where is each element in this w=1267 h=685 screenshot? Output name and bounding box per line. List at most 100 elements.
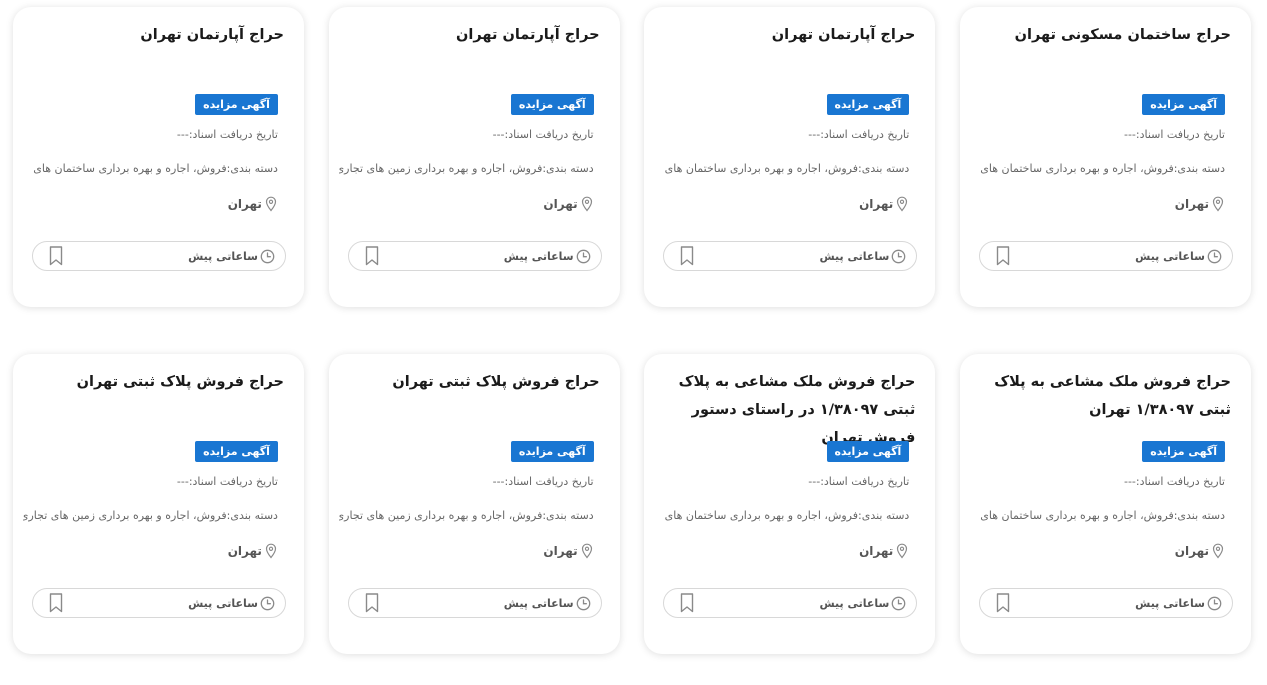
auction-card[interactable]: حراج فروش پلاک ثبتی تهران آگهی مزایده تا… (12, 354, 304, 654)
bookmark-icon[interactable] (680, 593, 694, 613)
auction-badge: آگهی مزایده (1142, 94, 1225, 115)
document-date: تاریخ دریافت اسناد:--- (492, 128, 594, 141)
post-time: ساعاتی پیش (504, 589, 591, 617)
auction-badge: آگهی مزایده (195, 441, 278, 462)
location-text: تهران (227, 544, 262, 558)
auction-card[interactable]: حراج آپارتمان تهران آگهی مزایده تاریخ در… (644, 7, 936, 307)
location-text: تهران (859, 197, 894, 211)
location: تهران (228, 543, 278, 559)
clock-icon (576, 596, 591, 611)
location-pin-icon (580, 543, 594, 559)
post-time-text: ساعاتی پیش (819, 249, 890, 263)
card-footer: ساعاتی پیش (663, 588, 918, 618)
location-text: تهران (543, 197, 578, 211)
category-text: دسته بندی:فروش، اجاره و بهره برداری ساخت… (33, 162, 278, 175)
bookmark-icon[interactable] (680, 246, 694, 266)
bookmark-icon[interactable] (365, 246, 379, 266)
card-footer: ساعاتی پیش (31, 241, 286, 271)
post-time-text: ساعاتی پیش (503, 596, 574, 610)
location-pin-icon (580, 196, 594, 212)
post-time: ساعاتی پیش (188, 242, 275, 270)
clock-icon (576, 249, 591, 264)
post-time-text: ساعاتی پیش (1135, 249, 1205, 263)
card-title[interactable]: حراج آپارتمان تهران (27, 21, 284, 49)
auction-card-grid: حراج ساختمان مسکونی تهران آگهی مزایده تا… (12, 7, 1251, 654)
auction-badge: آگهی مزایده (1142, 441, 1225, 462)
card-footer: ساعاتی پیش (979, 588, 1233, 618)
location: تهران (1175, 543, 1225, 559)
card-title[interactable]: حراج آپارتمان تهران (343, 21, 600, 49)
category-text: دسته بندی:فروش، اجاره و بهره برداری ساخت… (980, 162, 1225, 175)
category-text: دسته بندی:فروش، اجاره و بهره برداری ساخت… (980, 509, 1225, 522)
category-text: دسته بندی:فروش، اجاره و بهره برداری زمین… (22, 509, 278, 522)
location-pin-icon (895, 543, 909, 559)
location-text: تهران (1174, 544, 1209, 558)
location-text: تهران (859, 544, 894, 558)
auction-card[interactable]: حراج آپارتمان تهران آگهی مزایده تاریخ در… (12, 7, 304, 307)
post-time: ساعاتی پیش (188, 589, 275, 617)
post-time: ساعاتی پیش (504, 242, 591, 270)
document-date: تاریخ دریافت اسناد:--- (808, 475, 910, 488)
category-text: دسته بندی:فروش، اجاره و بهره برداری زمین… (338, 509, 594, 522)
clock-icon (1207, 249, 1222, 264)
category-text: دسته بندی:فروش، اجاره و بهره برداری ساخت… (664, 162, 910, 175)
document-date: تاریخ دریافت اسناد:--- (176, 475, 278, 488)
location: تهران (543, 543, 593, 559)
post-time-text: ساعاتی پیش (503, 249, 574, 263)
location-text: تهران (1174, 197, 1209, 211)
card-footer: ساعاتی پیش (31, 588, 286, 618)
clock-icon (260, 249, 275, 264)
card-footer: ساعاتی پیش (347, 241, 602, 271)
category-text: دسته بندی:فروش، اجاره و بهره برداری زمین… (338, 162, 594, 175)
post-time: ساعاتی پیش (1135, 589, 1222, 617)
location: تهران (859, 543, 909, 559)
document-date: تاریخ دریافت اسناد:--- (176, 128, 278, 141)
card-title[interactable]: حراج فروش ملک مشاعی به پلاک ثبتی ۱/۳۸۰۹۷… (974, 368, 1231, 424)
auction-badge: آگهی مزایده (510, 94, 594, 115)
card-title[interactable]: حراج فروش ملک مشاعی به پلاک ثبتی ۱/۳۸۰۹۷… (658, 368, 916, 452)
card-footer: ساعاتی پیش (979, 241, 1233, 271)
location: تهران (228, 196, 278, 212)
auction-card[interactable]: حراج فروش ملک مشاعی به پلاک ثبتی ۱/۳۸۰۹۷… (960, 354, 1251, 654)
auction-card[interactable]: حراج فروش پلاک ثبتی تهران آگهی مزایده تا… (328, 354, 620, 654)
post-time: ساعاتی پیش (1135, 242, 1222, 270)
location-pin-icon (1211, 543, 1225, 559)
post-time-text: ساعاتی پیش (1135, 596, 1205, 610)
auction-card[interactable]: حراج فروش ملک مشاعی به پلاک ثبتی ۱/۳۸۰۹۷… (644, 354, 936, 654)
bookmark-icon[interactable] (365, 593, 379, 613)
clock-icon (1207, 596, 1222, 611)
location-pin-icon (895, 196, 909, 212)
bookmark-icon[interactable] (49, 246, 63, 266)
bookmark-icon[interactable] (996, 246, 1010, 266)
auction-badge: آگهی مزایده (195, 94, 278, 115)
bookmark-icon[interactable] (996, 593, 1010, 613)
bookmark-icon[interactable] (49, 593, 63, 613)
post-time: ساعاتی پیش (819, 242, 906, 270)
document-date: تاریخ دریافت اسناد:--- (808, 128, 910, 141)
document-date: تاریخ دریافت اسناد:--- (492, 475, 594, 488)
document-date: تاریخ دریافت اسناد:--- (1123, 128, 1225, 141)
auction-card[interactable]: حراج آپارتمان تهران آگهی مزایده تاریخ در… (328, 7, 620, 307)
card-footer: ساعاتی پیش (663, 241, 918, 271)
location-pin-icon (264, 543, 278, 559)
post-time: ساعاتی پیش (819, 589, 906, 617)
post-time-text: ساعاتی پیش (819, 596, 890, 610)
auction-card[interactable]: حراج ساختمان مسکونی تهران آگهی مزایده تا… (960, 7, 1251, 307)
category-text: دسته بندی:فروش، اجاره و بهره برداری ساخت… (664, 509, 910, 522)
location-pin-icon (1211, 196, 1225, 212)
card-title[interactable]: حراج آپارتمان تهران (658, 21, 916, 49)
post-time-text: ساعاتی پیش (188, 249, 258, 263)
card-title[interactable]: حراج فروش پلاک ثبتی تهران (27, 368, 284, 396)
post-time-text: ساعاتی پیش (188, 596, 258, 610)
auction-badge: آگهی مزایده (510, 441, 594, 462)
card-title[interactable]: حراج فروش پلاک ثبتی تهران (343, 368, 599, 396)
clock-icon (891, 596, 906, 611)
auction-badge: آگهی مزایده (826, 94, 910, 115)
location-pin-icon (264, 196, 278, 212)
clock-icon (891, 249, 906, 264)
auction-badge: آگهی مزایده (826, 441, 910, 462)
location-text: تهران (227, 197, 262, 211)
location: تهران (1175, 196, 1225, 212)
card-title[interactable]: حراج ساختمان مسکونی تهران (974, 21, 1231, 49)
clock-icon (260, 596, 275, 611)
